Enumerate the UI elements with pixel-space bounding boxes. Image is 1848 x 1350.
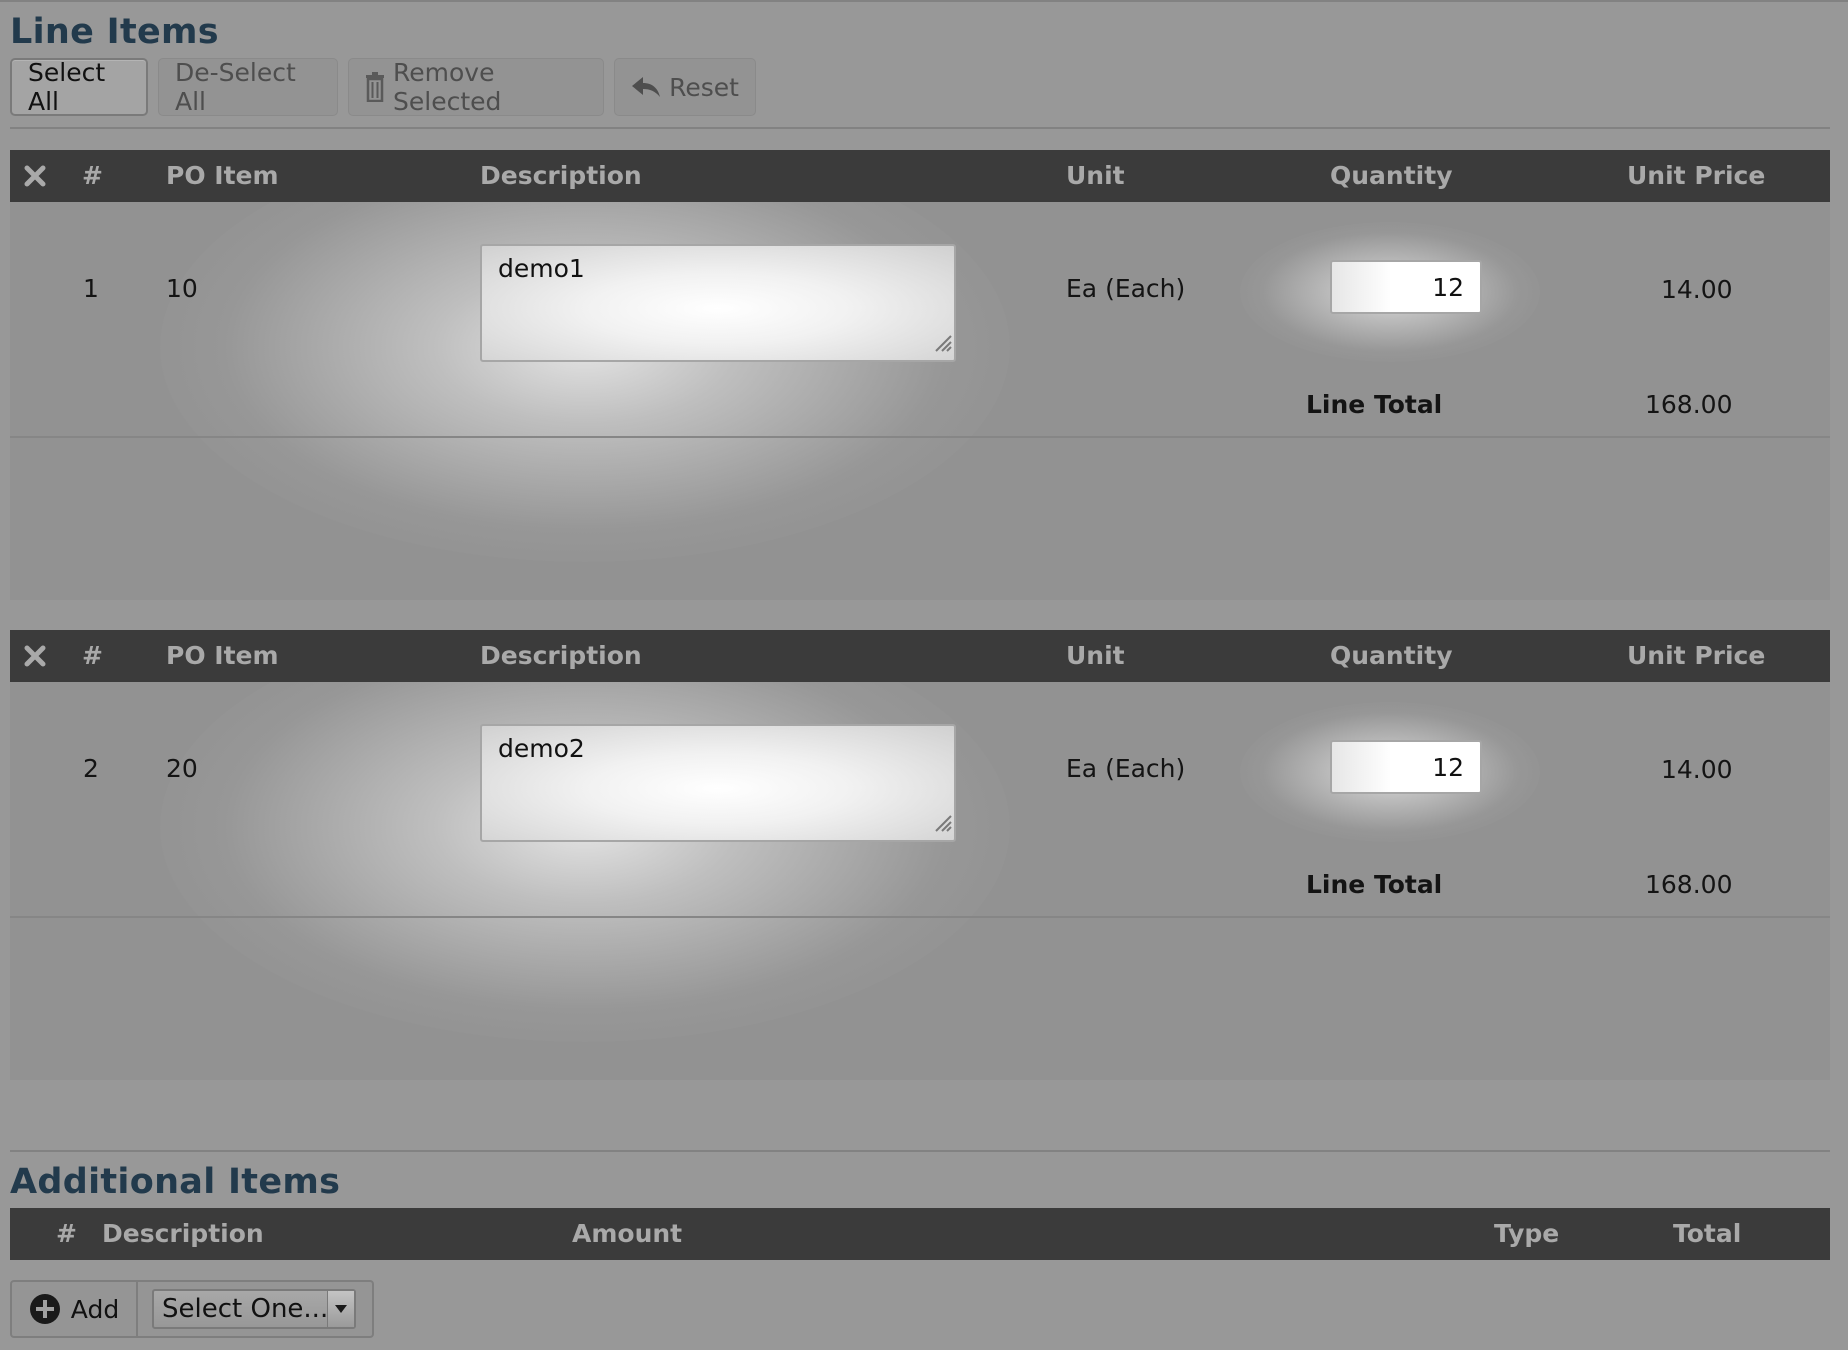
col-po-item: PO Item [166, 161, 279, 190]
row-num: 1 [83, 274, 99, 303]
line-total-value: 168.00 [1645, 870, 1733, 899]
remove-selected-button[interactable]: Remove Selected [348, 58, 604, 116]
quantity-value: 12 [1432, 273, 1464, 302]
line-item-row: 1 10 demo1 Ea (Each) 12 14.00 Line Total… [10, 202, 1830, 600]
select-all-label: Select All [28, 58, 106, 116]
reset-label: Reset [669, 72, 739, 102]
description-value: demo1 [498, 254, 585, 283]
add-label: Add [70, 1294, 120, 1324]
line-total-label: Line Total [1306, 390, 1443, 419]
col-type: Type [1494, 1219, 1560, 1248]
line-total-label: Line Total [1306, 870, 1443, 899]
col-po-item: PO Item [166, 641, 279, 670]
item-type-select[interactable]: Select One... [152, 1289, 356, 1329]
col-description: Description [480, 161, 642, 190]
description-textarea[interactable]: demo1 [480, 244, 956, 362]
quantity-input[interactable]: 12 [1330, 740, 1482, 794]
quantity-value: 12 [1432, 753, 1464, 782]
col-unit-price: Unit Price [1627, 161, 1766, 190]
col-unit: Unit [1066, 161, 1125, 190]
description-value: demo2 [498, 734, 585, 763]
col-description: Description [102, 1219, 264, 1248]
row-divider [10, 916, 1830, 918]
resize-grip-icon[interactable] [934, 809, 952, 838]
col-quantity: Quantity [1330, 641, 1453, 670]
col-unit: Unit [1066, 641, 1125, 670]
row-num: 2 [83, 754, 99, 783]
line-items-title: Line Items [10, 12, 219, 52]
col-num: # [56, 1219, 77, 1248]
col-quantity: Quantity [1330, 161, 1453, 190]
toolbar-rule [10, 127, 1830, 129]
row-po-item: 10 [166, 274, 198, 303]
reset-button[interactable]: Reset [614, 58, 756, 116]
trash-icon [365, 72, 385, 102]
row-unit-price: 14.00 [1661, 755, 1733, 784]
row-unit: Ea (Each) [1066, 754, 1186, 783]
additional-items-header: # Description Amount Type Total [10, 1208, 1830, 1260]
deselect-all-button[interactable]: De-Select All [158, 58, 338, 116]
additional-items-rule [10, 1150, 1830, 1152]
reply-arrow-icon [631, 75, 661, 99]
col-unit-price: Unit Price [1627, 641, 1766, 670]
additional-items-title: Additional Items [10, 1162, 341, 1202]
col-num: # [82, 641, 103, 670]
add-item-group: Add Select One... [10, 1280, 374, 1338]
select-all-button[interactable]: Select All [10, 58, 148, 116]
description-textarea[interactable]: demo2 [480, 724, 956, 842]
line-items-toolbar: Select All De-Select All Remove Selected… [10, 58, 766, 118]
line-items-header-1: # PO Item Description Unit Quantity Unit… [10, 150, 1830, 202]
col-num: # [82, 161, 103, 190]
col-total: Total [1673, 1219, 1742, 1248]
quantity-input[interactable]: 12 [1330, 260, 1482, 314]
row-po-item: 20 [166, 754, 198, 783]
col-amount: Amount [572, 1219, 683, 1248]
resize-grip-icon[interactable] [934, 329, 952, 358]
item-type-select-wrap: Select One... [138, 1282, 372, 1336]
line-total-value: 168.00 [1645, 390, 1733, 419]
col-description: Description [480, 641, 642, 670]
line-items-header-2: # PO Item Description Unit Quantity Unit… [10, 630, 1830, 682]
close-icon[interactable] [24, 644, 46, 673]
row-unit: Ea (Each) [1066, 274, 1186, 303]
item-type-select-value: Select One... [162, 1294, 329, 1324]
chevron-down-icon[interactable] [327, 1291, 354, 1327]
close-icon[interactable] [24, 164, 46, 193]
plus-circle-icon [29, 1293, 61, 1325]
add-button[interactable]: Add [12, 1282, 138, 1336]
remove-selected-label: Remove Selected [393, 58, 502, 116]
top-rule [0, 0, 1848, 2]
row-divider [10, 436, 1830, 438]
line-item-row: 2 20 demo2 Ea (Each) 12 14.00 Line Total… [10, 682, 1830, 1080]
deselect-all-label: De-Select All [175, 58, 296, 116]
row-unit-price: 14.00 [1661, 275, 1733, 304]
